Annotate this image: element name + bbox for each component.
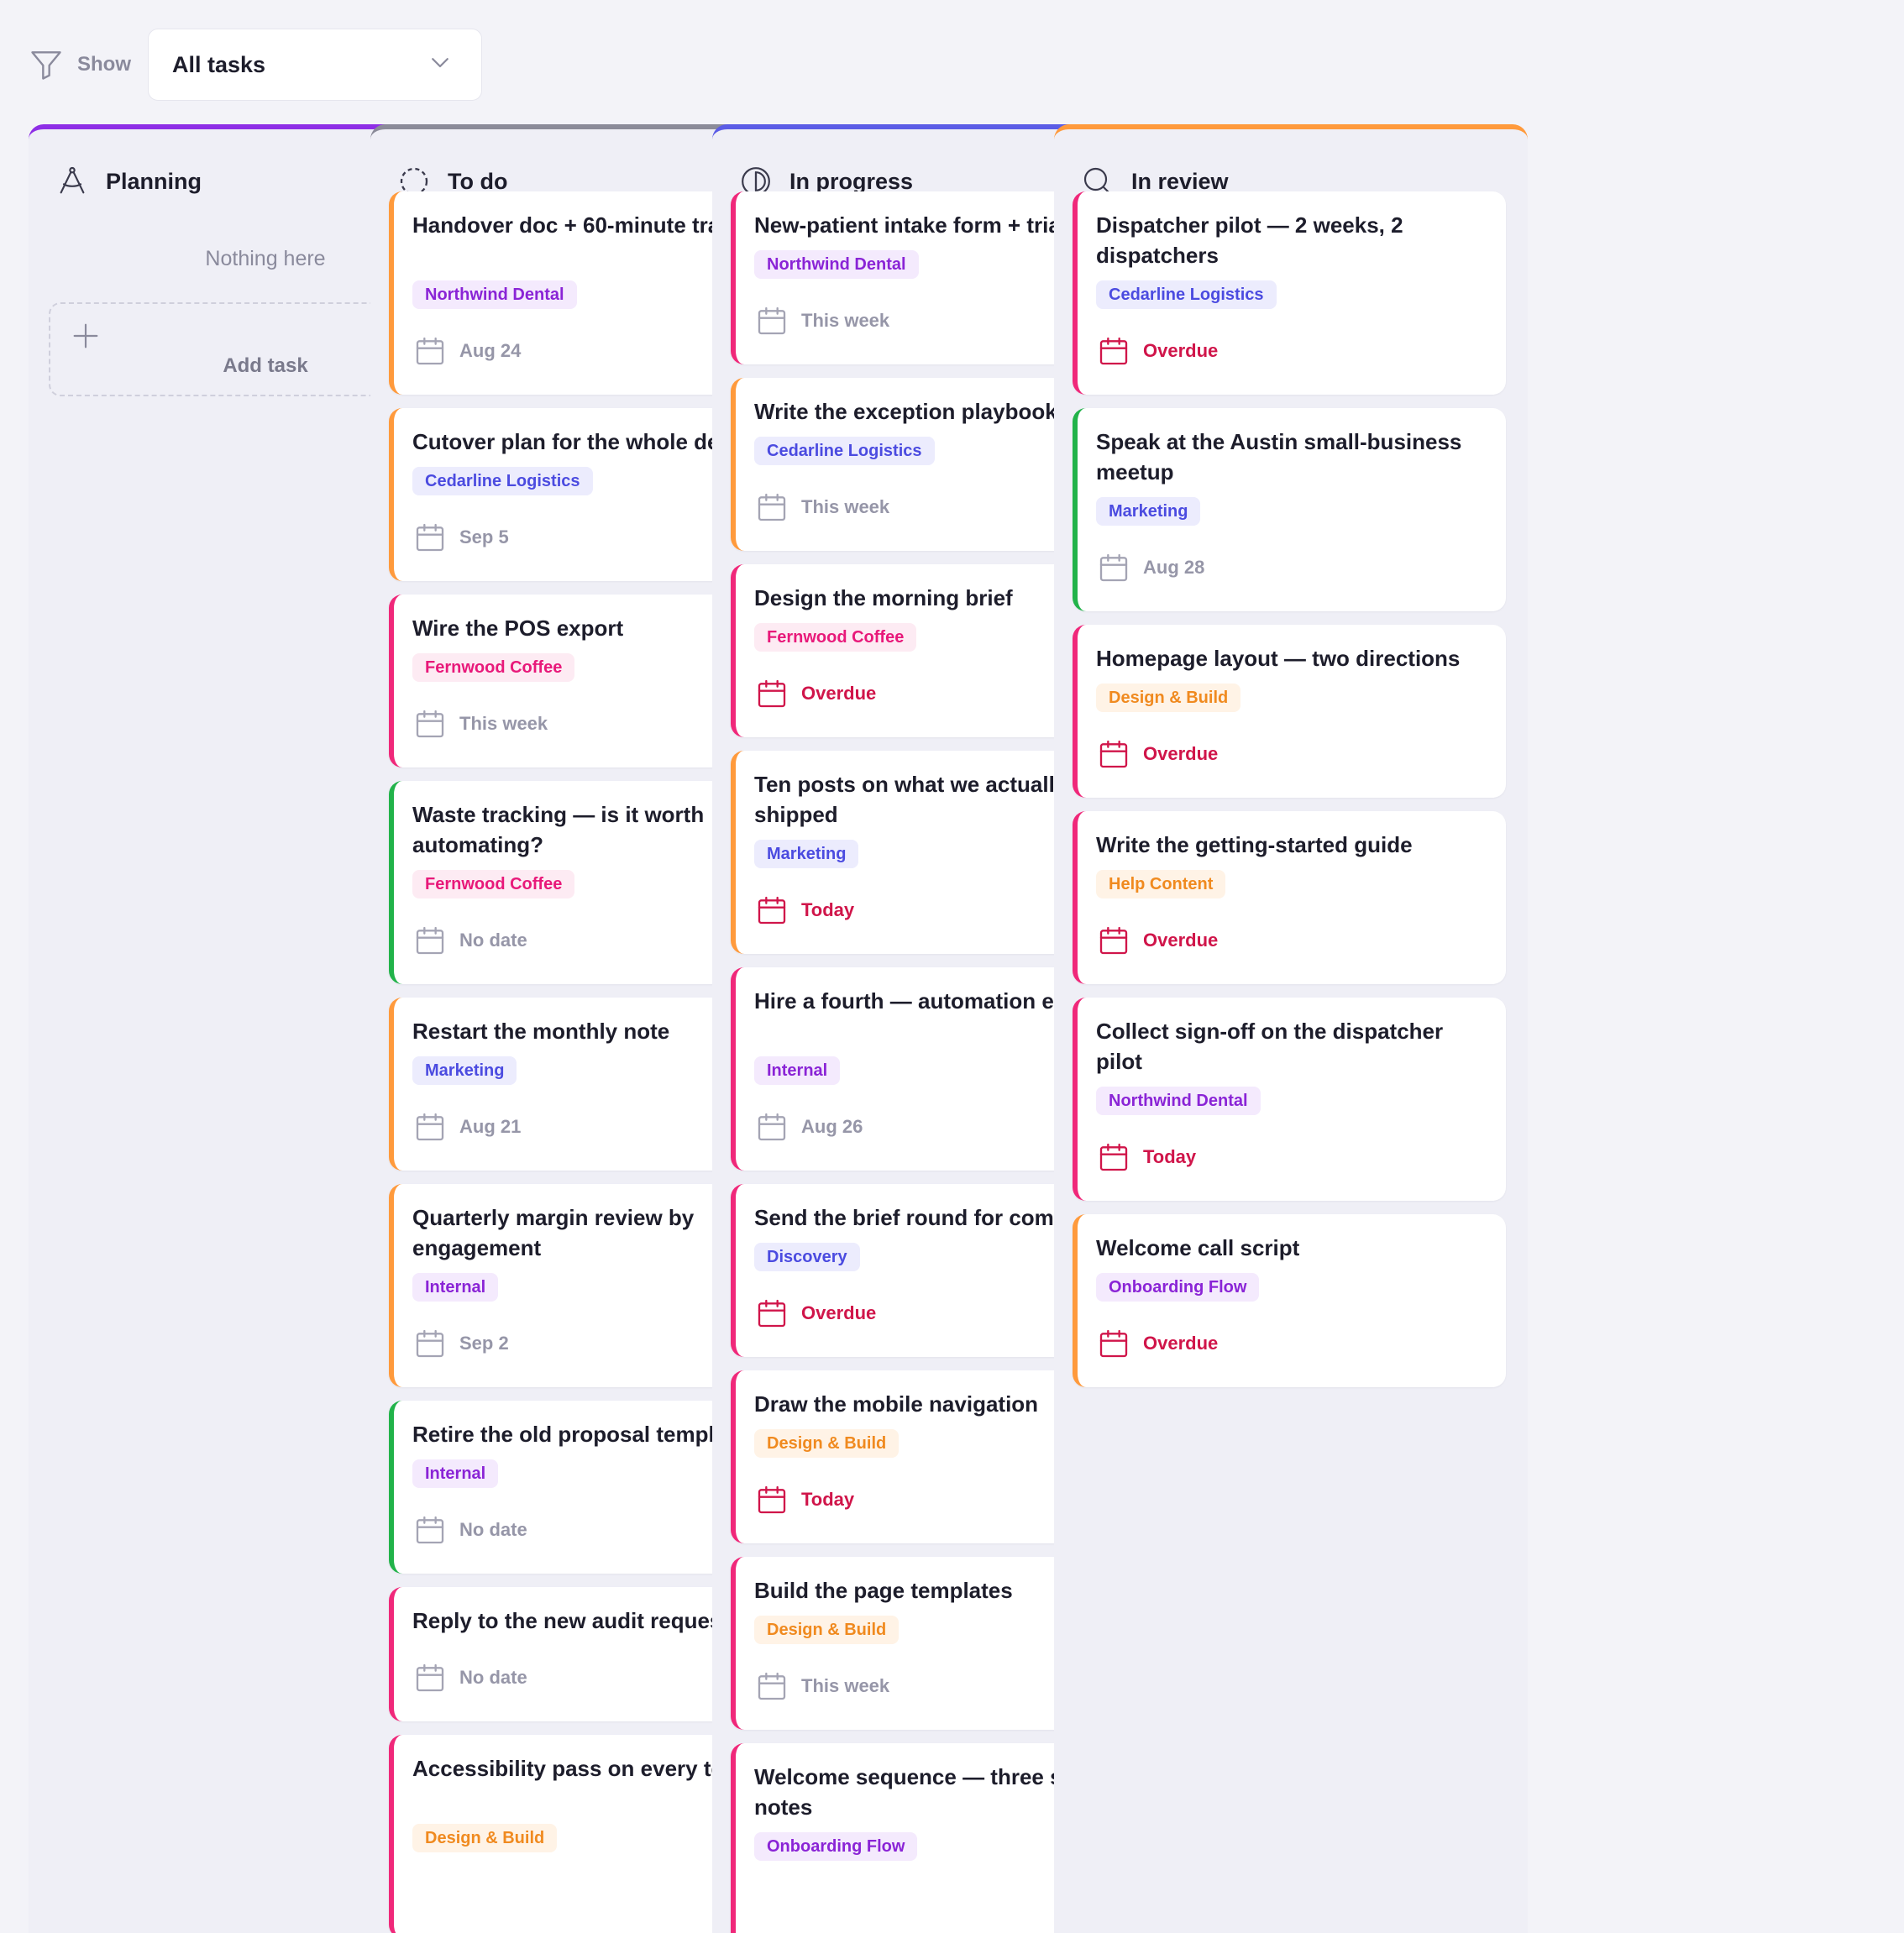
calendar-icon bbox=[1096, 736, 1131, 772]
calendar-icon bbox=[1096, 333, 1131, 369]
calendar-icon bbox=[412, 1109, 448, 1145]
calendar-icon bbox=[412, 1512, 448, 1548]
calendar-icon bbox=[754, 676, 789, 711]
task-filter-value: All tasks bbox=[172, 51, 266, 77]
project-tag: Marketing bbox=[412, 1056, 517, 1085]
task-title: Welcome call script bbox=[1096, 1235, 1300, 1260]
project-tag: Fernwood Coffee bbox=[412, 653, 575, 682]
calendar-icon bbox=[412, 333, 448, 369]
due-date: This week bbox=[801, 496, 890, 517]
column-title: Planning bbox=[106, 168, 202, 194]
due-date: This week bbox=[801, 310, 890, 331]
due-date: Today bbox=[801, 1489, 855, 1510]
task-footer: Overdue bbox=[1096, 326, 1486, 376]
task-footer: Aug 28 bbox=[1096, 542, 1486, 593]
calendar-icon bbox=[1096, 1139, 1131, 1175]
calendar-icon bbox=[412, 520, 448, 555]
project-tag: Internal bbox=[754, 1056, 841, 1085]
column-in-review: In review Dispatcher pilot — 2 weeks, 2 d… bbox=[1054, 124, 1528, 1933]
calendar-icon bbox=[412, 1660, 448, 1695]
calendar-icon bbox=[1096, 923, 1131, 958]
due-date: This week bbox=[459, 713, 548, 734]
task-card[interactable]: Dispatcher pilot — 2 weeks, 2 dispatcher… bbox=[1073, 191, 1506, 395]
due-date: Today bbox=[1143, 1146, 1197, 1167]
due-date: Aug 21 bbox=[459, 1116, 522, 1137]
kanban-board: Planning0Nothing hereAdd task To do22Han… bbox=[29, 124, 1904, 1933]
due-date: Overdue bbox=[1143, 930, 1219, 951]
project-tag: Discovery bbox=[754, 1243, 860, 1271]
project-tag: Help Content bbox=[1096, 870, 1226, 898]
filter-bar: Show All tasks bbox=[25, 27, 482, 102]
calendar-icon bbox=[754, 303, 789, 338]
project-tag: Internal bbox=[412, 1273, 499, 1302]
project-tag: Northwind Dental bbox=[1096, 1087, 1261, 1115]
task-title: Collect sign-off on the dispatcher pilot bbox=[1096, 1019, 1444, 1074]
project-tag: Cedarline Logistics bbox=[754, 437, 935, 465]
task-card[interactable]: Speak at the Austin small-business meetu… bbox=[1073, 408, 1506, 611]
due-date: No date bbox=[459, 930, 527, 951]
task-card[interactable]: Collect sign-off on the dispatcher pilot… bbox=[1073, 998, 1506, 1201]
calendar-icon bbox=[754, 490, 789, 525]
due-date: Overdue bbox=[801, 1302, 877, 1323]
column-title: To do bbox=[448, 168, 508, 194]
task-footer: Overdue bbox=[1096, 729, 1486, 779]
project-tag: Design & Build bbox=[1096, 684, 1241, 712]
task-card[interactable]: Homepage layout — two directions Design &… bbox=[1073, 625, 1506, 798]
calendar-icon bbox=[412, 706, 448, 741]
due-date: Overdue bbox=[1143, 743, 1219, 764]
calendar-icon bbox=[754, 1668, 789, 1704]
due-date: Today bbox=[801, 899, 855, 920]
due-date: Aug 28 bbox=[1143, 557, 1205, 578]
project-tag: Fernwood Coffee bbox=[412, 870, 575, 898]
project-tag: Design & Build bbox=[412, 1824, 558, 1852]
task-card[interactable]: Write the getting-started guide Help Cont… bbox=[1073, 811, 1506, 984]
calendar-icon bbox=[1096, 1326, 1131, 1361]
compass-icon bbox=[54, 163, 91, 200]
task-title: Dispatcher pilot — 2 weeks, 2 dispatcher… bbox=[1096, 212, 1403, 268]
project-tag: Onboarding Flow bbox=[1096, 1273, 1260, 1302]
due-date: Overdue bbox=[801, 683, 877, 704]
due-date: Aug 26 bbox=[801, 1116, 863, 1137]
project-tag: Northwind Dental bbox=[754, 250, 919, 279]
calendar-icon bbox=[754, 1109, 789, 1145]
task-title: Speak at the Austin small-business meetu… bbox=[1096, 429, 1462, 485]
due-date: Overdue bbox=[1143, 340, 1219, 361]
task-title: Homepage layout — two directions bbox=[1096, 646, 1461, 671]
due-date: This week bbox=[801, 1675, 890, 1696]
project-tag: Design & Build bbox=[754, 1429, 900, 1458]
calendar-icon bbox=[412, 923, 448, 958]
project-tag: Fernwood Coffee bbox=[754, 623, 917, 652]
project-tag: Onboarding Flow bbox=[754, 1832, 918, 1861]
filter-icon bbox=[25, 44, 67, 86]
project-tag: Marketing bbox=[754, 840, 859, 868]
task-footer: Today bbox=[1096, 1132, 1486, 1182]
task-footer: Overdue bbox=[1096, 915, 1486, 966]
calendar-icon bbox=[754, 893, 789, 928]
project-tag: Design & Build bbox=[754, 1616, 900, 1644]
project-tag: Cedarline Logistics bbox=[1096, 280, 1277, 309]
calendar-icon bbox=[754, 1482, 789, 1517]
calendar-icon bbox=[412, 1326, 448, 1361]
due-date: Sep 5 bbox=[459, 526, 509, 547]
task-title: Write the getting-started guide bbox=[1096, 832, 1413, 857]
task-footer: Overdue bbox=[1096, 1318, 1486, 1369]
filter-label: Show bbox=[77, 53, 131, 76]
column-title: In progress bbox=[789, 168, 914, 194]
due-date: No date bbox=[459, 1519, 527, 1540]
calendar-icon bbox=[754, 1296, 789, 1331]
due-date: Aug 24 bbox=[459, 340, 522, 361]
due-date: No date bbox=[459, 1667, 527, 1688]
task-card[interactable]: Welcome call script Onboarding Flow Overd… bbox=[1073, 1214, 1506, 1387]
calendar-icon bbox=[1096, 550, 1131, 585]
project-tag: Internal bbox=[412, 1459, 499, 1488]
chevron-down-icon bbox=[427, 50, 453, 81]
plus-icon bbox=[69, 319, 102, 353]
project-tag: Cedarline Logistics bbox=[412, 467, 593, 495]
column-title: In review bbox=[1131, 168, 1229, 194]
task-filter-select[interactable]: All tasks bbox=[148, 29, 482, 101]
project-tag: Marketing bbox=[1096, 497, 1201, 526]
due-date: Sep 2 bbox=[459, 1333, 509, 1354]
due-date: Overdue bbox=[1143, 1333, 1219, 1354]
project-tag: Northwind Dental bbox=[412, 280, 577, 309]
